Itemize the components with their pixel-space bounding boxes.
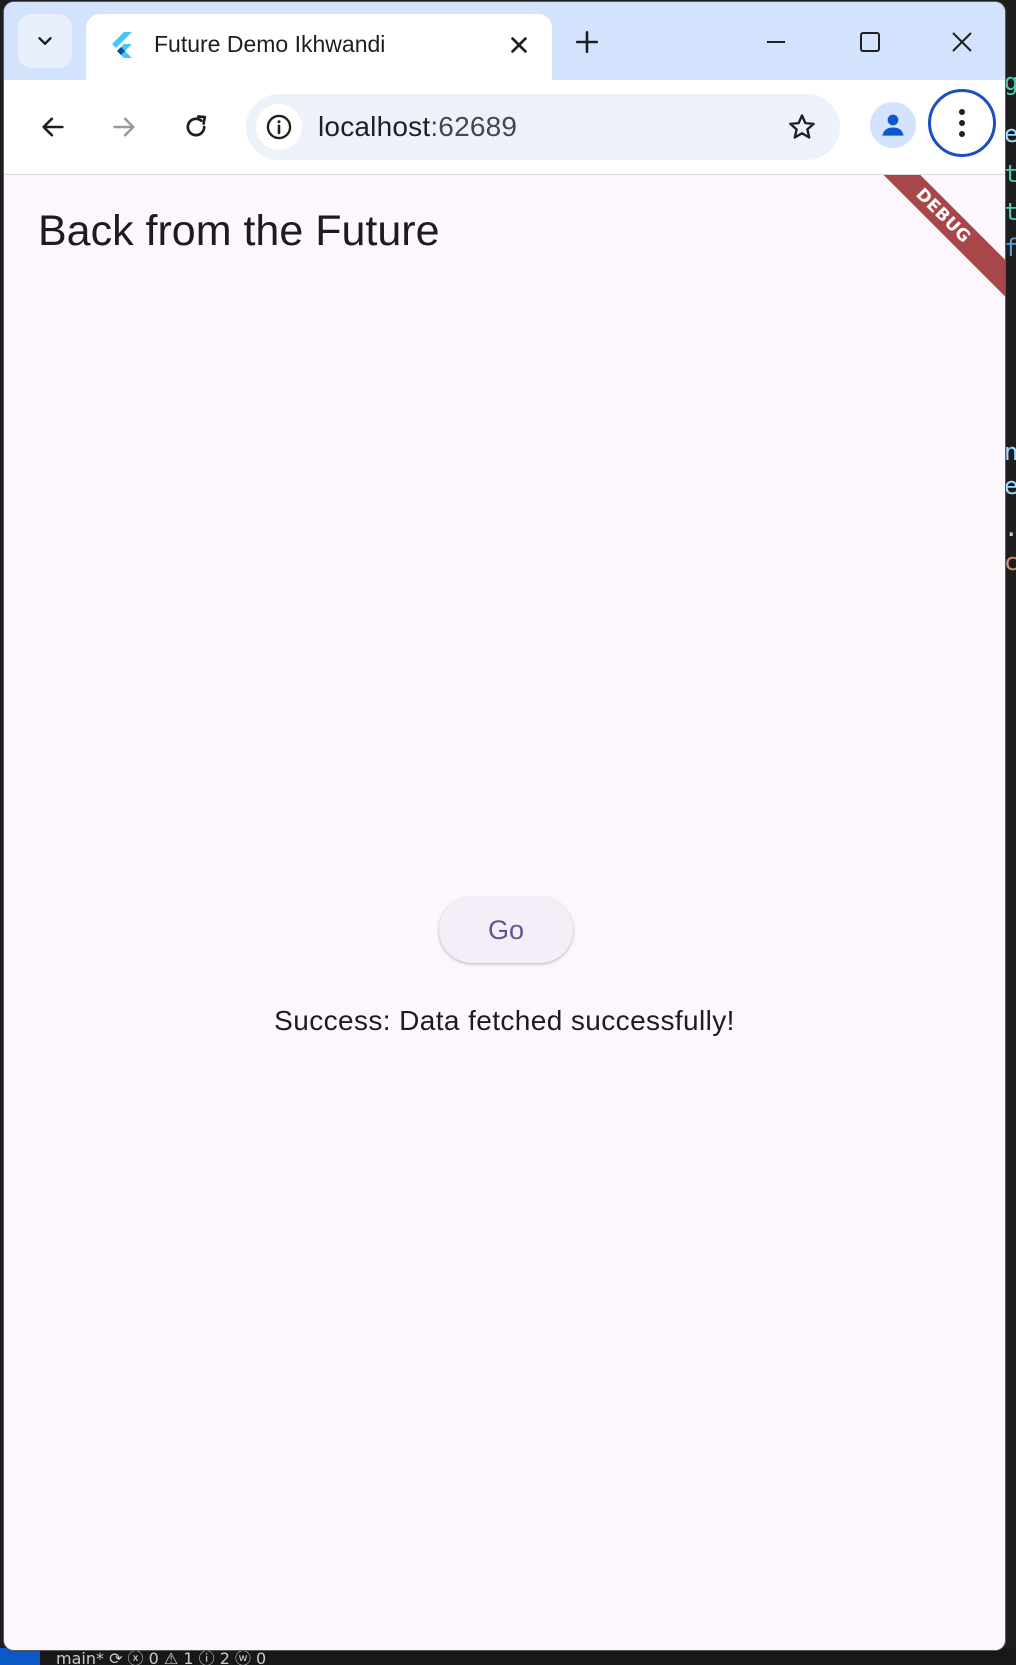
- remote-indicator: [0, 1648, 40, 1665]
- browser-menu-button[interactable]: [928, 89, 996, 157]
- code-fragment: e: [1004, 120, 1016, 148]
- editor-status-text: main* ⟳ ⓧ 0 ⚠ 1 ⓘ 2 ⓦ 0: [56, 1649, 267, 1665]
- browser-window: Future Demo Ikhwandi localhost:62689 Bac…: [4, 2, 1005, 1650]
- arrow-right-icon: [113, 117, 135, 137]
- reload-button[interactable]: [173, 104, 219, 150]
- chevron-down-icon: [38, 37, 52, 45]
- forward-button[interactable]: [101, 104, 147, 150]
- code-fragment: t: [1004, 160, 1016, 188]
- go-button[interactable]: Go: [439, 897, 573, 963]
- code-fragment: f: [1004, 234, 1016, 262]
- url-host: localhost: [318, 111, 431, 142]
- url-port: :62689: [430, 111, 518, 142]
- browser-titlebar: Future Demo Ikhwandi: [4, 2, 1005, 80]
- site-info-button[interactable]: [256, 104, 302, 150]
- profile-button[interactable]: [870, 102, 916, 148]
- tab-title: Future Demo Ikhwandi: [154, 31, 386, 57]
- bookmark-button[interactable]: [782, 107, 822, 147]
- plus-icon: [575, 30, 599, 54]
- new-tab-button[interactable]: [569, 24, 605, 60]
- code-fragment: e: [1004, 472, 1016, 500]
- maximize-icon: [860, 32, 880, 52]
- back-button[interactable]: [30, 104, 76, 150]
- app-viewport: Back from the Future DEBUG Go Success: D…: [4, 175, 1005, 1650]
- tab-search-button[interactable]: [18, 14, 72, 68]
- flutter-logo-icon: [112, 32, 132, 58]
- more-vert-icon: [959, 109, 965, 137]
- arrow-left-icon: [42, 117, 64, 137]
- editor-status-bar: main* ⟳ ⓧ 0 ⚠ 1 ⓘ 2 ⓦ 0: [0, 1648, 1016, 1665]
- reload-icon: [186, 115, 207, 137]
- code-fragment: n: [1004, 438, 1016, 466]
- close-icon: [511, 37, 527, 53]
- person-icon: [882, 114, 904, 136]
- browser-toolbar: localhost:62689: [4, 80, 1005, 175]
- result-text: Success: Data fetched successfully!: [274, 1005, 735, 1036]
- minimize-button[interactable]: [756, 22, 796, 62]
- close-icon: [952, 32, 972, 52]
- code-fragment: t: [1004, 198, 1016, 226]
- code-fragment: .: [1004, 516, 1016, 540]
- maximize-button[interactable]: [850, 22, 890, 62]
- debug-banner: DEBUG: [848, 175, 1005, 311]
- active-tab[interactable]: Future Demo Ikhwandi: [86, 14, 552, 80]
- code-fragment: g: [1004, 68, 1016, 96]
- close-window-button[interactable]: [942, 22, 982, 62]
- minimize-icon: [767, 41, 785, 43]
- address-bar[interactable]: localhost:62689: [246, 94, 840, 160]
- info-icon: [266, 114, 292, 140]
- code-fragment: c: [1004, 548, 1016, 576]
- url-text: localhost:62689: [318, 111, 517, 143]
- tab-close-button[interactable]: [504, 30, 534, 60]
- app-bar-title: Back from the Future: [38, 207, 440, 255]
- star-icon: [789, 114, 815, 139]
